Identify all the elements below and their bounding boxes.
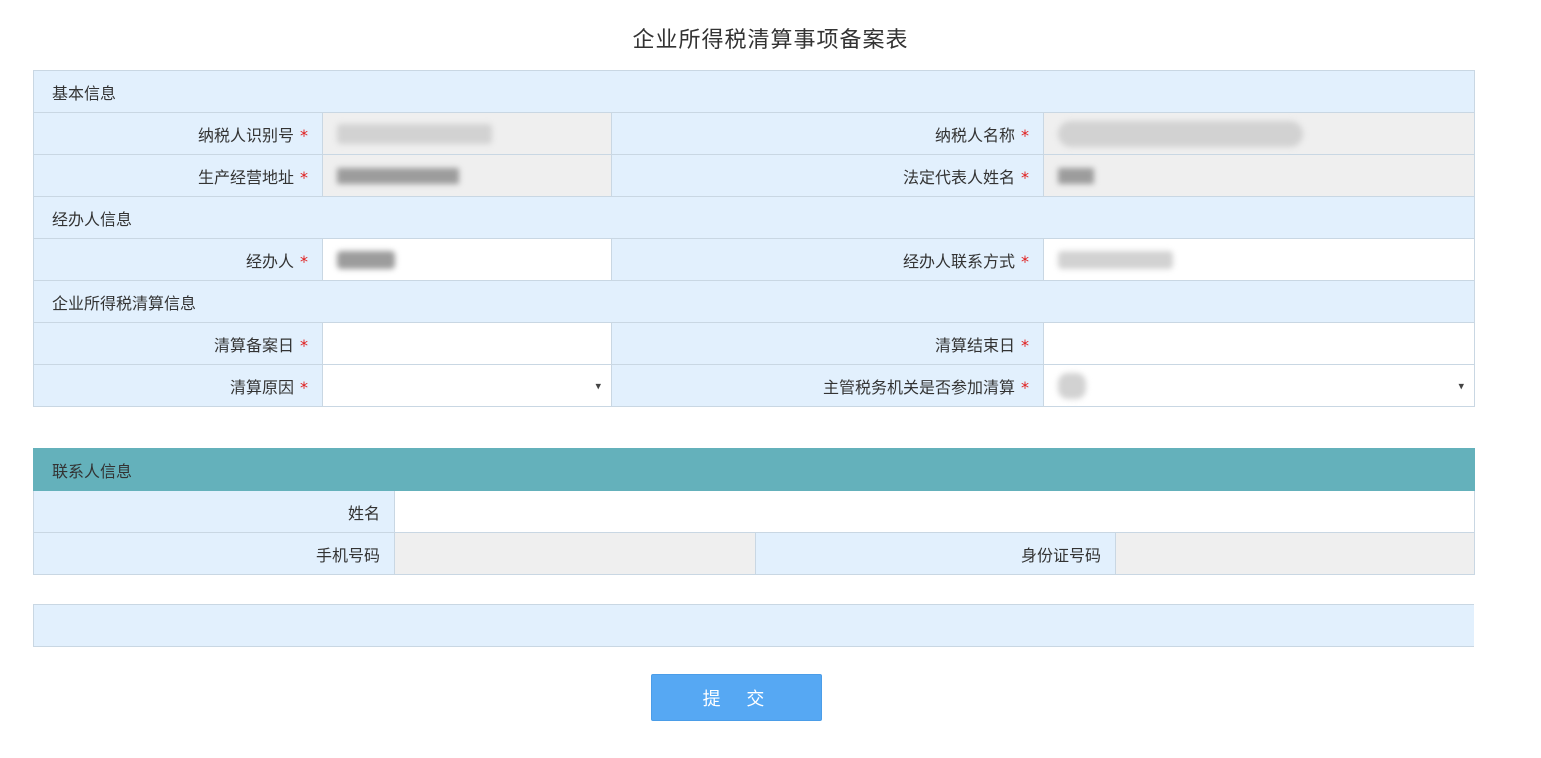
redacted-value — [1058, 167, 1094, 184]
section-settlement-info: 企业所得税清算信息 — [32, 280, 1476, 323]
taxpayer-id-label-text: 纳税人识别号 — [197, 125, 294, 145]
row-address: 生产经营地址 * 法定代表人姓名 * — [33, 154, 1476, 197]
row-taxpayer: 纳税人识别号 * 纳税人名称 * — [33, 112, 1476, 155]
reason-label: 清算原因 * — [33, 364, 323, 407]
required-mark: * — [300, 377, 308, 397]
tax-authority-label-text: 主管税务机关是否参加清算 — [822, 377, 1015, 397]
filing-date-cell — [322, 322, 612, 365]
tax-authority-select[interactable]: ▾ — [1042, 364, 1476, 407]
required-mark: * — [1021, 251, 1029, 271]
taxpayer-id-label: 纳税人识别号 * — [33, 112, 323, 155]
page-title: 企业所得税清算事项备案表 — [632, 28, 909, 53]
legal-rep-field — [1042, 154, 1476, 197]
section-handler-info: 经办人信息 — [32, 196, 1476, 239]
contact-id-field — [1114, 532, 1476, 575]
address-label-text: 生产经营地址 — [197, 167, 294, 187]
required-mark: * — [300, 125, 308, 145]
section-basic-info: 基本信息 — [32, 70, 1476, 113]
required-mark: * — [1021, 377, 1029, 397]
redacted-value — [1058, 372, 1086, 399]
required-mark: * — [1021, 167, 1029, 187]
reason-label-text: 清算原因 — [229, 377, 294, 397]
redacted-value — [1058, 250, 1173, 269]
handler-contact-label-text: 经办人联系方式 — [902, 251, 1015, 271]
contact-name-label: 姓名 — [33, 490, 395, 533]
required-mark: * — [300, 167, 308, 187]
end-date-label: 清算结束日 * — [611, 322, 1044, 365]
address-field — [322, 154, 612, 197]
taxpayer-name-label-text: 纳税人名称 — [934, 125, 1015, 145]
end-date-input[interactable] — [1044, 323, 1475, 364]
handler-label: 经办人 * — [33, 238, 323, 281]
contact-phone-label: 手机号码 — [33, 532, 395, 575]
filing-date-label: 清算备案日 * — [33, 322, 323, 365]
filing-date-label-text: 清算备案日 — [213, 335, 294, 355]
section-contact-title: 联系人信息 — [32, 448, 1476, 491]
row-contact-ids: 手机号码 身份证号码 — [33, 532, 1476, 575]
row-dates: 清算备案日 * 清算结束日 * — [33, 322, 1476, 365]
contact-form: 联系人信息 姓名 手机号码 身份证号码 — [32, 448, 1476, 575]
redacted-value — [337, 123, 492, 144]
section-contact-info: 联系人信息 — [32, 448, 1476, 491]
taxpayer-name-label: 纳税人名称 * — [611, 112, 1044, 155]
required-mark: * — [300, 251, 308, 271]
redacted-value — [1058, 120, 1303, 147]
section-basic-title: 基本信息 — [32, 70, 1476, 113]
redacted-value — [337, 167, 459, 184]
chevron-down-icon: ▾ — [595, 379, 601, 392]
legal-rep-label: 法定代表人姓名 * — [611, 154, 1044, 197]
contact-phone-field — [394, 532, 756, 575]
legal-rep-label-text: 法定代表人姓名 — [902, 167, 1015, 187]
footer-strip — [33, 604, 1474, 647]
contact-name-cell — [393, 490, 1476, 533]
chevron-down-icon: ▾ — [1458, 379, 1465, 392]
handler-contact-label: 经办人联系方式 * — [611, 238, 1044, 281]
handler-field[interactable] — [322, 238, 612, 281]
row-contact-name: 姓名 — [33, 490, 1476, 533]
required-mark: * — [1021, 335, 1029, 355]
filing-date-input[interactable] — [323, 323, 611, 364]
row-reason: 清算原因 * ▾ 主管税务机关是否参加清算 * ▾ — [33, 364, 1476, 407]
handler-contact-field[interactable] — [1042, 238, 1476, 281]
tax-authority-label: 主管税务机关是否参加清算 * — [611, 364, 1044, 407]
handler-label-text: 经办人 — [245, 251, 294, 271]
taxpayer-name-field — [1042, 112, 1476, 155]
redacted-value — [337, 250, 395, 269]
required-mark: * — [300, 335, 308, 355]
contact-name-input[interactable] — [395, 491, 1475, 532]
end-date-cell — [1042, 322, 1476, 365]
address-label: 生产经营地址 * — [33, 154, 323, 197]
end-date-label-text: 清算结束日 — [934, 335, 1015, 355]
submit-button[interactable]: 提 交 — [651, 674, 822, 721]
section-handler-title: 经办人信息 — [32, 196, 1476, 239]
row-handler: 经办人 * 经办人联系方式 * — [33, 238, 1476, 281]
filing-form: 基本信息 纳税人识别号 * 纳税人名称 * 生产经营地址 * 法定代表人姓名 * 经办人… — [32, 70, 1476, 407]
reason-select[interactable]: ▾ — [322, 364, 612, 407]
required-mark: * — [1021, 125, 1029, 145]
taxpayer-id-field — [322, 112, 612, 155]
contact-id-label: 身份证号码 — [755, 532, 1116, 575]
section-settlement-title: 企业所得税清算信息 — [32, 280, 1476, 323]
